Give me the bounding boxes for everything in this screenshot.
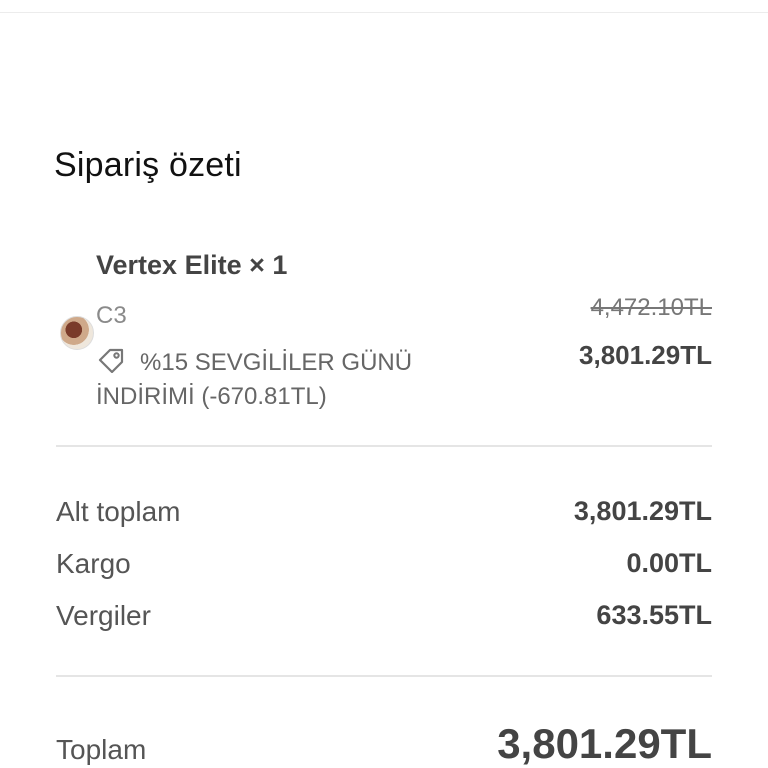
top-divider	[0, 12, 768, 13]
total-divider	[56, 675, 712, 677]
total-value: 3,801.29TL	[497, 720, 712, 767]
taxes-row: Vergiler 633.55TL	[56, 600, 712, 652]
shipping-label: Kargo	[56, 548, 131, 579]
taxes-value: 633.55TL	[596, 600, 712, 630]
taxes-label: Vergiler	[56, 600, 151, 631]
section-divider	[56, 445, 712, 447]
discounted-price: 3,801.29TL	[579, 340, 712, 370]
total-row: Toplam 3,801.29TL	[56, 720, 712, 768]
price-breakdown: Alt toplam 3,801.29TL Kargo 0.00TL Vergi…	[56, 496, 712, 652]
shipping-row: Kargo 0.00TL	[56, 548, 712, 600]
total-label: Toplam	[56, 734, 147, 765]
product-name: Vertex Elite × 1	[96, 250, 288, 280]
discount-label: %15 SEVGİLİLER GÜNÜ İNDİRİMİ (-670.81TL)	[96, 349, 413, 410]
subtotal-label: Alt toplam	[56, 496, 181, 527]
order-summary-title: Sipariş özeti	[54, 146, 242, 184]
tag-icon	[98, 348, 124, 373]
subtotal-row: Alt toplam 3,801.29TL	[56, 496, 712, 548]
discount-info: %15 SEVGİLİLER GÜNÜ İNDİRİMİ (-670.81TL)	[96, 346, 456, 414]
order-summary-page: Sipariş özeti Vertex Elite × 1 C3 %15 SE…	[0, 0, 768, 768]
product-thumbnail	[60, 316, 94, 350]
original-price: 4,472.10TL	[590, 294, 712, 321]
shipping-value: 0.00TL	[626, 548, 712, 578]
subtotal-value: 3,801.29TL	[573, 496, 712, 526]
product-variant: C3	[96, 302, 127, 329]
order-line-item: Vertex Elite × 1 C3 %15 SEVGİLİLER GÜNÜ …	[56, 250, 712, 420]
